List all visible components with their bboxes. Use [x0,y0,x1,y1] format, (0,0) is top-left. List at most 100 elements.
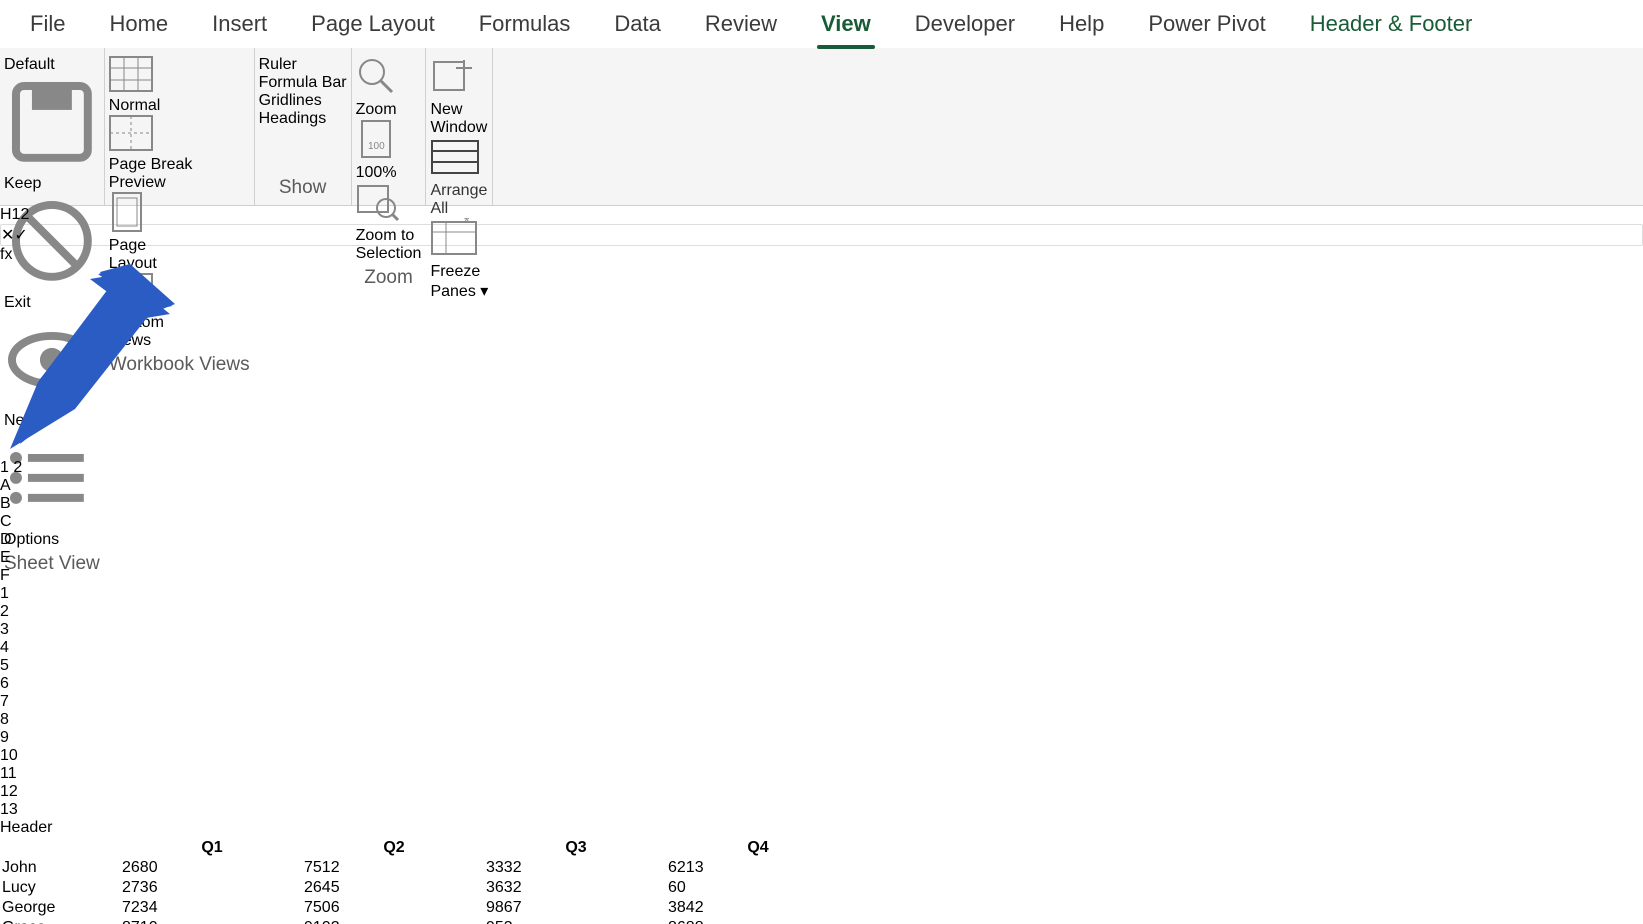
row-header-10[interactable]: 10 [0,747,1643,765]
headings-checkbox[interactable]: Headings [259,110,347,128]
value-cell[interactable]: 953 [486,919,666,924]
page-break-icon [109,115,250,156]
value-cell[interactable]: 2645 [304,879,484,897]
tab-header-footer[interactable]: Header & Footer [1288,0,1495,47]
value-cell[interactable]: 9867 [486,899,666,917]
row-header-1[interactable]: 1 [0,585,1643,603]
new-window-button[interactable]: New Window [430,56,488,137]
table-row[interactable]: Grace871091029538688 [2,919,848,924]
header-section-label: Header [0,819,1643,837]
freeze-panes-icon: * [430,218,488,263]
arrange-all-icon [430,137,488,182]
arrow-annotation [0,264,180,454]
value-cell[interactable]: 9102 [304,919,484,924]
value-cell[interactable]: 7512 [304,859,484,877]
table-row[interactable]: John2680751233326213 [2,859,848,877]
name-cell[interactable]: Lucy [2,879,120,897]
value-cell[interactable]: 3332 [486,859,666,877]
svg-text:100: 100 [368,141,385,152]
name-cell[interactable]: George [2,899,120,917]
ribbon-tabs: File Home Insert Page Layout Formulas Da… [0,0,1643,48]
sheet-view-keep[interactable]: Keep [4,74,100,193]
value-cell[interactable]: 7506 [304,899,484,917]
row-headers: 12345678910111213 [0,585,1643,819]
value-cell[interactable]: 60 [668,879,848,897]
table-header[interactable]: Q2 [304,839,484,857]
row-header-9[interactable]: 9 [0,729,1643,747]
zoom-selection-icon [356,182,422,227]
sheet-area: 1 2 ABCDEF 12345678910111213 Header Q1Q2… [0,459,1643,924]
group-label-window [430,301,488,329]
tab-home[interactable]: Home [87,0,190,47]
formula-bar-checkbox[interactable]: Formula Bar [259,74,347,92]
page-break-preview-button[interactable]: Page Break Preview [109,115,250,192]
tab-review[interactable]: Review [683,0,799,47]
value-cell[interactable]: 8688 [668,919,848,924]
row-header-2[interactable]: 2 [0,603,1643,621]
name-cell[interactable]: Grace [2,919,120,924]
column-headers: ABCDEF [0,477,1643,585]
row-header-12[interactable]: 12 [0,783,1643,801]
tab-data[interactable]: Data [592,0,682,47]
freeze-panes-button[interactable]: * Freeze Panes ▾ [430,218,488,301]
group-window: New Window Arrange All * Freeze Panes ▾ [426,48,493,205]
tab-file[interactable]: File [8,0,87,47]
sheet-view-select[interactable]: Default [4,56,100,74]
tab-insert[interactable]: Insert [190,0,289,47]
row-header-7[interactable]: 7 [0,693,1643,711]
tab-help[interactable]: Help [1037,0,1126,47]
accept-formula-button[interactable]: ✓ [14,225,27,245]
page-100-icon: 100 [356,119,422,164]
gridlines-checkbox[interactable]: Gridlines [259,92,347,110]
group-show: Ruler Formula Bar Gridlines Headings Sho… [255,48,352,205]
value-cell[interactable]: 7234 [122,899,302,917]
name-cell[interactable]: John [2,859,120,877]
value-cell[interactable]: 8710 [122,919,302,924]
row-header-4[interactable]: 4 [0,639,1643,657]
data-table[interactable]: Q1Q2Q3Q4 John2680751233326213 Lucy27362645… [0,837,850,924]
row-header-6[interactable]: 6 [0,675,1643,693]
row-header-11[interactable]: 11 [0,765,1643,783]
normal-view-icon [109,56,250,97]
group-label-sheet-view: Sheet View [4,549,100,577]
save-disk-icon [4,74,100,170]
group-zoom: Zoom 100 100% Zoom to Selection Zoom [352,48,427,205]
table-header[interactable]: Q3 [486,839,666,857]
ruler-checkbox[interactable]: Ruler [259,56,347,74]
group-sheet-view: Default Keep Exit New Options [0,48,105,205]
tab-view[interactable]: View [799,0,893,47]
row-header-8[interactable]: 8 [0,711,1643,729]
row-header-3[interactable]: 3 [0,621,1643,639]
tab-developer[interactable]: Developer [893,0,1037,47]
group-label-zoom: Zoom [356,263,422,291]
table-header[interactable]: Q4 [668,839,848,857]
value-cell[interactable]: 2680 [122,859,302,877]
arrange-all-button[interactable]: Arrange All [430,137,488,218]
normal-view-button[interactable]: Normal [109,56,250,115]
row-header-5[interactable]: 5 [0,657,1643,675]
sheet-view-select-value: Default [4,56,55,73]
zoom-100-button[interactable]: 100 100% [356,119,422,182]
value-cell[interactable]: 3842 [668,899,848,917]
table-row[interactable]: Lucy27362645363260 [2,879,848,897]
zoom-to-selection-button[interactable]: Zoom to Selection [356,182,422,263]
tab-page-layout[interactable]: Page Layout [289,0,457,47]
value-cell[interactable]: 2736 [122,879,302,897]
vertical-ruler: 1 2 [0,459,1643,477]
page-layout-button[interactable]: Page Layout [109,192,250,273]
zoom-button[interactable]: Zoom [356,56,422,119]
cancel-formula-button[interactable]: ✕ [1,225,14,245]
group-label-show: Show [259,173,347,201]
table-header[interactable]: Q1 [122,839,302,857]
group-workbook-views: Normal Page Break Preview Page Layout Cu… [105,48,255,205]
value-cell[interactable]: 6213 [668,859,848,877]
tab-power-pivot[interactable]: Power Pivot [1126,0,1287,47]
row-header-13[interactable]: 13 [0,801,1643,819]
tab-formulas[interactable]: Formulas [457,0,593,47]
page-layout-icon [109,192,250,237]
magnifier-icon [356,56,422,101]
table-header[interactable] [2,839,120,857]
table-row[interactable]: George7234750698673842 [2,899,848,917]
ribbon: Default Keep Exit New Options [0,48,1643,206]
value-cell[interactable]: 3632 [486,879,666,897]
